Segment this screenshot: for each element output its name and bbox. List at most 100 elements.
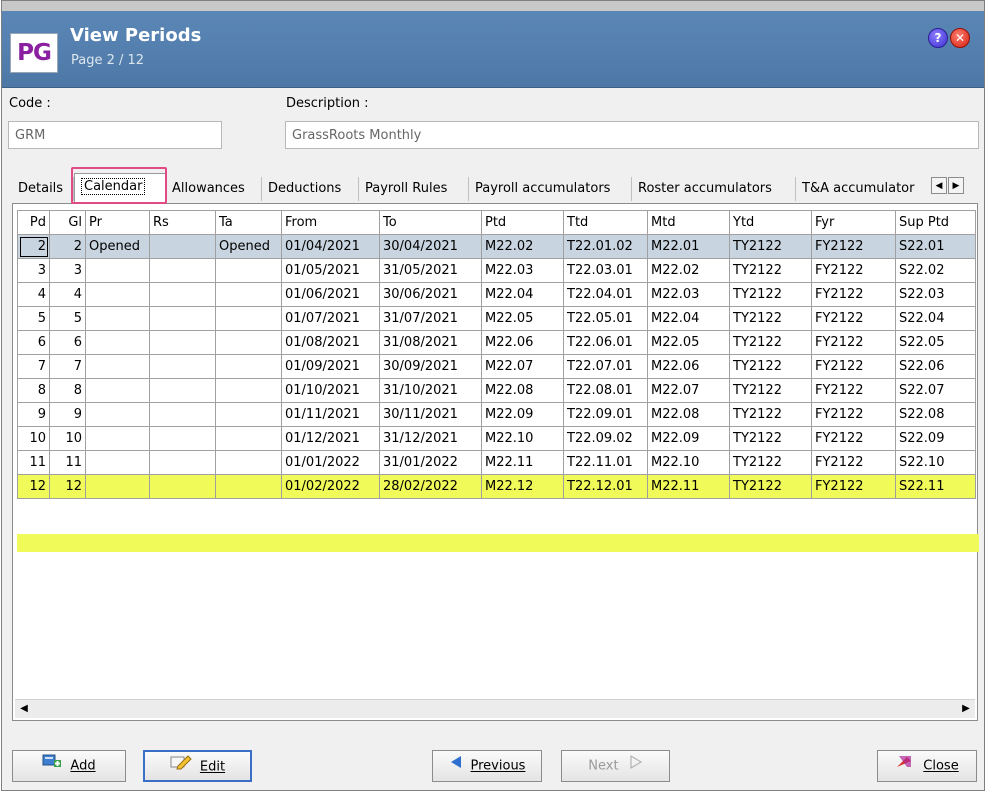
cell-mtd[interactable]: M22.01: [647, 234, 730, 259]
cell-sup-ptd[interactable]: S22.06: [895, 354, 976, 379]
cell-ttd[interactable]: T22.09.01: [563, 402, 648, 427]
cell-ptd[interactable]: M22.10: [481, 426, 564, 451]
cell-fyr[interactable]: FY2122: [811, 354, 896, 379]
cell-fyr[interactable]: FY2122: [811, 282, 896, 307]
cell-ytd[interactable]: TY2122: [729, 282, 812, 307]
column-header-to[interactable]: To: [379, 210, 482, 235]
table-row[interactable]: 3 3 01/05/2021 31/05/2021 M22.03 T22.03.01 M22…: [17, 258, 976, 283]
cell-ttd[interactable]: T22.03.01: [563, 258, 648, 283]
cell-mtd[interactable]: M22.04: [647, 306, 730, 331]
cell-from[interactable]: 01/04/2021: [281, 234, 380, 259]
cell-ttd[interactable]: T22.01.02: [563, 234, 648, 259]
cell-ta[interactable]: [215, 282, 282, 307]
scroll-right-icon[interactable]: ▶: [957, 700, 975, 718]
cell-rs[interactable]: [149, 450, 216, 475]
table-row[interactable]: 2 2 Opened Opened 01/04/2021 30/04/2021 M22.02…: [17, 234, 976, 259]
cell-to[interactable]: 30/11/2021: [379, 402, 482, 427]
column-header-fyr[interactable]: Fyr: [811, 210, 896, 235]
column-header-sup-ptd[interactable]: Sup Ptd: [895, 210, 976, 235]
cell-ttd[interactable]: T22.06.01: [563, 330, 648, 355]
cell-gl[interactable]: 5: [49, 306, 86, 331]
cell-fyr[interactable]: FY2122: [811, 450, 896, 475]
cell-ptd[interactable]: M22.03: [481, 258, 564, 283]
tab-scroll-left-icon[interactable]: ◀: [931, 177, 947, 194]
cell-gl[interactable]: 2: [49, 234, 86, 259]
cell-pr[interactable]: [85, 354, 150, 379]
cell-ta[interactable]: [215, 474, 282, 499]
cell-from[interactable]: 01/12/2021: [281, 426, 380, 451]
cell-from[interactable]: 01/08/2021: [281, 330, 380, 355]
cell-ytd[interactable]: TY2122: [729, 306, 812, 331]
cell-ta[interactable]: [215, 378, 282, 403]
cell-mtd[interactable]: M22.03: [647, 282, 730, 307]
cell-sup-ptd[interactable]: S22.09: [895, 426, 976, 451]
cell-rs[interactable]: [149, 474, 216, 499]
cell-mtd[interactable]: M22.07: [647, 378, 730, 403]
cell-rs[interactable]: [149, 306, 216, 331]
cell-ta[interactable]: [215, 306, 282, 331]
cell-ttd[interactable]: T22.04.01: [563, 282, 648, 307]
table-row[interactable]: 6 6 01/08/2021 31/08/2021 M22.06 T22.06.01 M22…: [17, 330, 976, 355]
column-header-ptd[interactable]: Ptd: [481, 210, 564, 235]
edit-button[interactable]: Edit: [143, 750, 252, 782]
cell-ytd[interactable]: TY2122: [729, 330, 812, 355]
cell-ttd[interactable]: T22.08.01: [563, 378, 648, 403]
table-row[interactable]: 11 11 01/01/2022 31/01/2022 M22.11 T22.11.01 M…: [17, 450, 976, 475]
tab-allowances[interactable]: Allowances: [166, 177, 262, 201]
close-button[interactable]: Close: [877, 750, 977, 782]
cell-rs[interactable]: [149, 330, 216, 355]
cell-gl[interactable]: 10: [49, 426, 86, 451]
cell-pr[interactable]: [85, 282, 150, 307]
cell-pd[interactable]: 4: [17, 282, 50, 307]
add-button[interactable]: Add: [12, 750, 126, 782]
cell-ptd[interactable]: M22.09: [481, 402, 564, 427]
tab-payroll-rules[interactable]: Payroll Rules: [359, 177, 469, 201]
column-header-pr[interactable]: Pr: [85, 210, 150, 235]
cell-fyr[interactable]: FY2122: [811, 234, 896, 259]
table-row[interactable]: 10 10 01/12/2021 31/12/2021 M22.10 T22.09.02 M…: [17, 426, 976, 451]
cell-from[interactable]: 01/01/2022: [281, 450, 380, 475]
table-row[interactable]: 7 7 01/09/2021 30/09/2021 M22.07 T22.07.01 M22…: [17, 354, 976, 379]
tab-deductions[interactable]: Deductions: [262, 177, 359, 201]
cell-mtd[interactable]: M22.10: [647, 450, 730, 475]
cell-pd[interactable]: 2: [17, 234, 50, 259]
cell-sup-ptd[interactable]: S22.04: [895, 306, 976, 331]
cell-gl[interactable]: 4: [49, 282, 86, 307]
cell-fyr[interactable]: FY2122: [811, 378, 896, 403]
cell-pd[interactable]: 6: [17, 330, 50, 355]
cell-ptd[interactable]: M22.02: [481, 234, 564, 259]
cell-ta[interactable]: [215, 426, 282, 451]
cell-ytd[interactable]: TY2122: [729, 258, 812, 283]
cell-to[interactable]: 31/01/2022: [379, 450, 482, 475]
cell-ttd[interactable]: T22.11.01: [563, 450, 648, 475]
cell-fyr[interactable]: FY2122: [811, 426, 896, 451]
cell-to[interactable]: 31/12/2021: [379, 426, 482, 451]
column-header-rs[interactable]: Rs: [149, 210, 216, 235]
cell-ttd[interactable]: T22.07.01: [563, 354, 648, 379]
cell-pd[interactable]: 5: [17, 306, 50, 331]
cell-sup-ptd[interactable]: S22.07: [895, 378, 976, 403]
cell-pr[interactable]: [85, 474, 150, 499]
cell-ta[interactable]: Opened: [215, 234, 282, 259]
cell-mtd[interactable]: M22.09: [647, 426, 730, 451]
table-row[interactable]: 8 8 01/10/2021 31/10/2021 M22.08 T22.08.01 M22…: [17, 378, 976, 403]
tab-scroll-right-icon[interactable]: ▶: [948, 177, 964, 194]
cell-fyr[interactable]: FY2122: [811, 330, 896, 355]
cell-pr[interactable]: [85, 258, 150, 283]
cell-from[interactable]: 01/02/2022: [281, 474, 380, 499]
column-header-pd[interactable]: Pd: [17, 210, 50, 235]
cell-sup-ptd[interactable]: S22.01: [895, 234, 976, 259]
cell-ta[interactable]: [215, 258, 282, 283]
cell-pr[interactable]: [85, 426, 150, 451]
cell-pd[interactable]: 7: [17, 354, 50, 379]
cell-to[interactable]: 30/09/2021: [379, 354, 482, 379]
column-header-ta[interactable]: Ta: [215, 210, 282, 235]
cell-from[interactable]: 01/07/2021: [281, 306, 380, 331]
column-header-ttd[interactable]: Ttd: [563, 210, 648, 235]
cell-ta[interactable]: [215, 354, 282, 379]
tab-details[interactable]: Details: [12, 177, 74, 201]
cell-ytd[interactable]: TY2122: [729, 354, 812, 379]
cell-ytd[interactable]: TY2122: [729, 426, 812, 451]
cell-ptd[interactable]: M22.08: [481, 378, 564, 403]
cell-ptd[interactable]: M22.06: [481, 330, 564, 355]
